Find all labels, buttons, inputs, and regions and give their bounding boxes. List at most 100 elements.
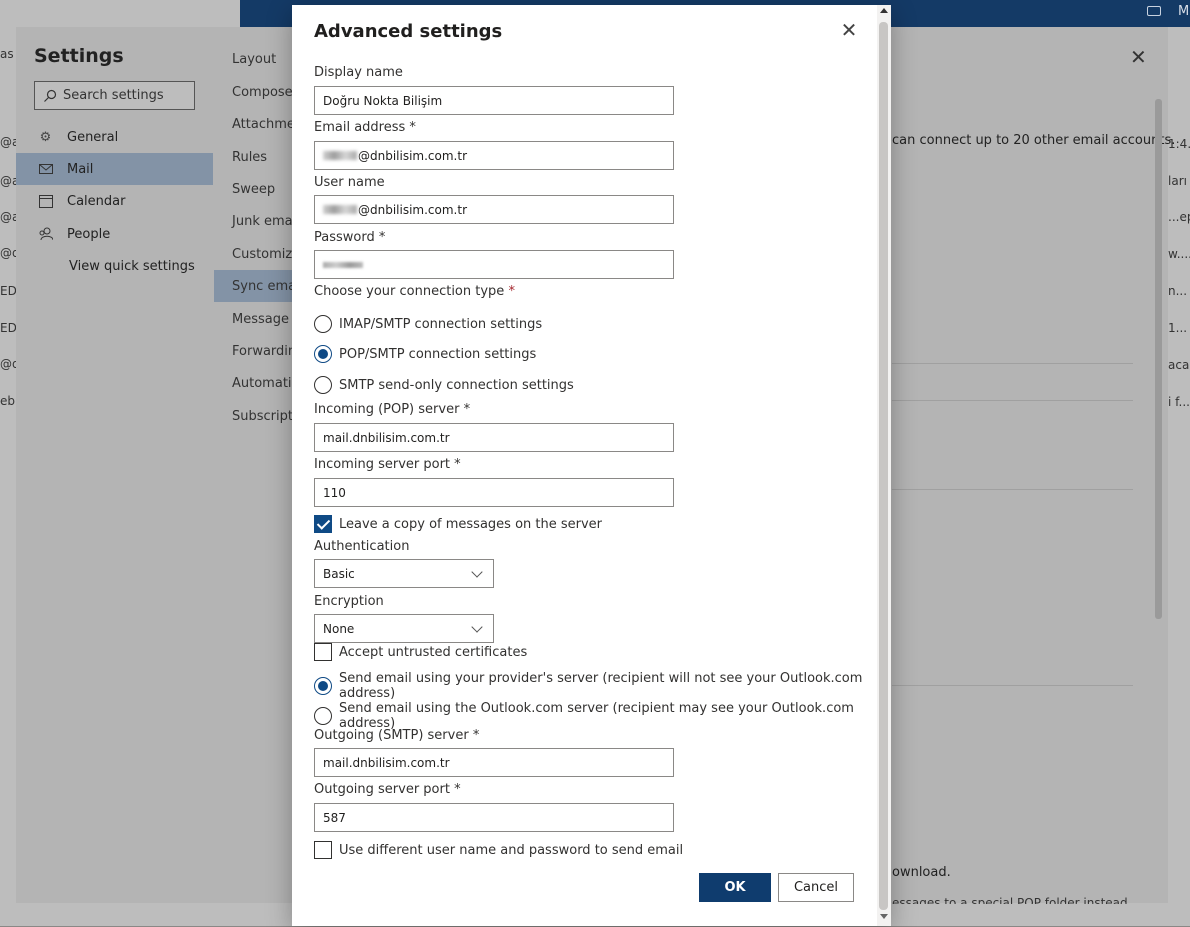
radio-send-outlook-server[interactable]: Send email using the Outlook.com server … <box>314 701 891 731</box>
incoming-server-value: mail.dnbilisim.com.tr <box>323 430 450 445</box>
outgoing-port-input[interactable]: 587 <box>314 803 674 832</box>
masked-password <box>323 261 363 268</box>
radio-button[interactable] <box>314 345 332 363</box>
search-icon <box>44 89 57 102</box>
ok-button[interactable]: OK <box>699 873 771 902</box>
email-address-label: Email address * <box>314 120 416 135</box>
scroll-thumb[interactable] <box>879 22 888 910</box>
sub-item-rules[interactable]: Rules <box>214 141 294 173</box>
authentication-label: Authentication <box>314 539 410 554</box>
list-fragment: ...ep... <box>1168 210 1190 224</box>
settings-close-icon[interactable]: ✕ <box>1130 45 1147 69</box>
radio-button[interactable] <box>314 315 332 333</box>
connection-type-label-text: Choose your connection type <box>314 284 505 299</box>
connect-accounts-text: can connect up to 20 other email account… <box>892 133 1176 148</box>
different-credentials-checkbox-row[interactable]: Use different user name and password to … <box>314 841 683 859</box>
nav-item-label: People <box>67 226 111 242</box>
different-credentials-checkbox[interactable] <box>314 841 332 859</box>
nav-item-calendar[interactable]: Calendar <box>16 185 213 217</box>
nav-item-people[interactable]: People <box>16 218 213 250</box>
accept-untrusted-checkbox[interactable] <box>314 643 332 661</box>
radio-pop-smtp[interactable]: POP/SMTP connection settings <box>314 345 536 363</box>
authentication-value: Basic <box>323 566 355 581</box>
encryption-label: Encryption <box>314 594 384 609</box>
sub-item-forwarding[interactable]: Forwarding <box>214 335 294 367</box>
sub-item-automatic-replies[interactable]: Automatic <box>214 367 294 399</box>
outgoing-port-label-text: Outgoing server port <box>314 782 450 797</box>
incoming-port-input[interactable]: 110 <box>314 478 674 507</box>
outgoing-server-value: mail.dnbilisim.com.tr <box>323 755 450 770</box>
radio-label: Send email using the Outlook.com server … <box>339 701 854 731</box>
leave-copy-checkbox[interactable] <box>314 515 332 533</box>
checkbox-label: Leave a copy of messages on the server <box>339 516 603 532</box>
gear-icon: ⚙ <box>39 129 52 145</box>
connection-type-label: Choose your connection type * <box>314 284 515 299</box>
radio-button[interactable] <box>314 707 332 725</box>
list-fragment: ları ... <box>1168 174 1190 188</box>
dialog-title: Advanced settings <box>314 21 503 42</box>
view-quick-settings-link[interactable]: View quick settings <box>69 259 195 274</box>
accept-untrusted-checkbox-row[interactable]: Accept untrusted certificates <box>314 643 527 661</box>
sub-item-layout[interactable]: Layout <box>214 43 294 75</box>
user-name-input[interactable]: @dnbilisim.com.tr <box>314 195 674 224</box>
nav-item-general[interactable]: ⚙ General <box>16 121 213 153</box>
people-icon <box>38 227 53 242</box>
required-marker: * <box>508 284 515 299</box>
email-address-input[interactable]: @dnbilisim.com.tr <box>314 141 674 170</box>
radio-send-provider-server[interactable]: Send email using your provider's server … <box>314 671 891 701</box>
divider <box>892 363 1133 364</box>
outgoing-server-input[interactable]: mail.dnbilisim.com.tr <box>314 748 674 777</box>
required-marker: * <box>454 782 461 797</box>
sub-item-sweep[interactable]: Sweep <box>214 173 294 205</box>
dialog-scrollbar[interactable] <box>877 5 891 926</box>
outgoing-server-label: Outgoing (SMTP) server * <box>314 728 479 743</box>
encryption-value: None <box>323 621 355 636</box>
leave-copy-checkbox-row[interactable]: Leave a copy of messages on the server <box>314 515 602 533</box>
chevron-down-icon <box>471 620 483 633</box>
outgoing-server-label-text: Outgoing (SMTP) server <box>314 728 469 743</box>
radio-smtp-send-only[interactable]: SMTP send-only connection settings <box>314 376 574 394</box>
cancel-button[interactable]: Cancel <box>778 873 854 902</box>
sub-item-customize[interactable]: Customize <box>214 238 294 270</box>
scroll-down-arrow-icon[interactable] <box>880 914 888 919</box>
radio-imap-smtp[interactable]: IMAP/SMTP connection settings <box>314 315 542 333</box>
chevron-down-icon <box>471 565 483 578</box>
sub-item-junk-email[interactable]: Junk email <box>214 205 294 237</box>
meet-label: Me <box>1178 4 1190 19</box>
sub-item-message-handling[interactable]: Message h <box>214 303 294 335</box>
settings-search-input[interactable]: Search settings <box>34 81 195 110</box>
checkbox-label: Use different user name and password to … <box>339 842 684 858</box>
sub-item-sync-email[interactable]: Sync email <box>214 270 294 302</box>
display-name-label: Display name <box>314 65 403 80</box>
calendar-icon <box>38 194 53 209</box>
radio-label: Send email using your provider's server … <box>339 671 863 701</box>
radio-label: SMTP send-only connection settings <box>339 377 574 393</box>
sub-item-attachments[interactable]: Attachmen <box>214 108 294 140</box>
incoming-port-label-text: Incoming server port <box>314 457 451 472</box>
download-text: ownload. <box>892 865 951 880</box>
close-icon[interactable]: ✕ <box>838 18 860 42</box>
nav-item-mail[interactable]: Mail <box>16 153 213 185</box>
required-marker: * <box>378 230 386 245</box>
incoming-server-input[interactable]: mail.dnbilisim.com.tr <box>314 423 674 452</box>
list-fragment: aca... <box>1168 358 1190 372</box>
sub-item-compose[interactable]: Compose a <box>214 76 294 108</box>
radio-label: POP/SMTP connection settings <box>339 346 537 362</box>
search-placeholder: Search settings <box>63 88 164 103</box>
password-input[interactable] <box>314 250 674 279</box>
encryption-dropdown[interactable]: None <box>314 614 494 643</box>
required-marker: * <box>454 457 461 472</box>
email-address-value: @dnbilisim.com.tr <box>358 148 468 163</box>
nav-item-label: General <box>67 129 119 145</box>
settings-scrollbar[interactable] <box>1155 99 1162 619</box>
user-name-value: @dnbilisim.com.tr <box>358 202 468 217</box>
scroll-up-arrow-icon[interactable] <box>880 8 888 13</box>
sub-item-subscriptions[interactable]: Subscriptio <box>214 400 294 432</box>
authentication-dropdown[interactable]: Basic <box>314 559 494 588</box>
pop-folder-text: essages to a special POP folder instead <box>892 896 1128 904</box>
incoming-port-label: Incoming server port * <box>314 457 461 472</box>
list-fragment: i f... <box>1168 395 1190 409</box>
radio-button[interactable] <box>314 677 332 695</box>
radio-button[interactable] <box>314 376 332 394</box>
display-name-input[interactable]: Doğru Nokta Bilişim <box>314 86 674 115</box>
